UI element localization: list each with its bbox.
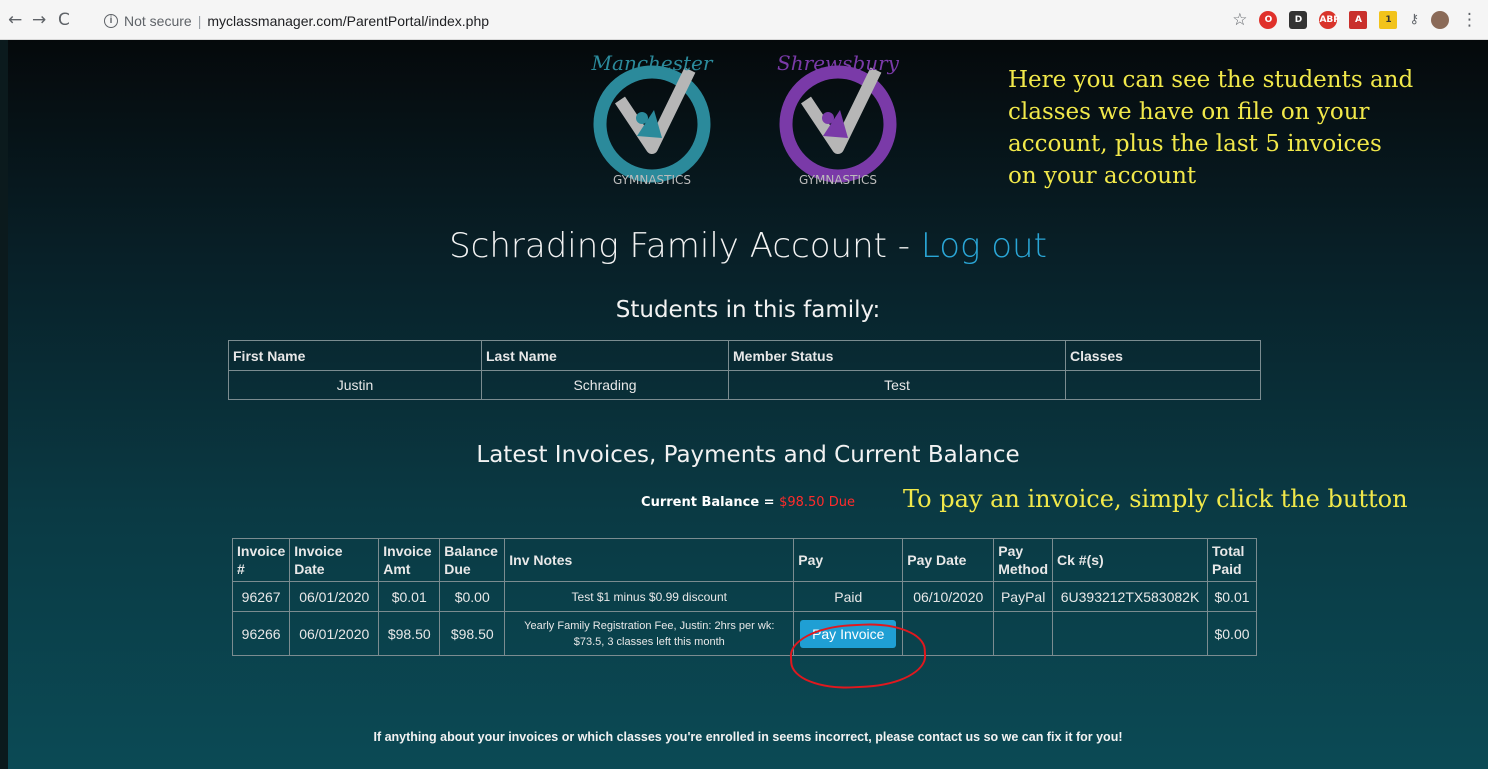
pay-date-cell: 06/10/2020 xyxy=(902,581,995,612)
shrewsbury-script: Shrewsbury xyxy=(777,51,900,75)
column-header: Invoice Date xyxy=(289,538,380,582)
invoices-table: Invoice # Invoice Date Invoice Amt Balan… xyxy=(231,538,1257,656)
pay-invoice-button[interactable]: Pay Invoice xyxy=(800,619,897,648)
invoice-date-cell: 06/01/2020 xyxy=(289,611,380,656)
students-heading: Students in this family: xyxy=(615,297,881,323)
info-icon[interactable]: i xyxy=(104,14,118,29)
table-header-row: Invoice # Invoice Date Invoice Amt Balan… xyxy=(231,538,1257,582)
shrewsbury-logo: Shrewsbury GYMNASTICS xyxy=(777,51,900,187)
table-header-row: First Name Last Name Member Status Class… xyxy=(228,340,1261,371)
pay-annotation: To pay an invoice, simply click the butt… xyxy=(903,485,1408,513)
invoice-number-cell: 96267 xyxy=(231,581,291,612)
d-extension-icon[interactable]: D xyxy=(1289,11,1308,29)
browser-toolbar: ← → C i Not secure | myclassmanager.com/Par… xyxy=(0,0,1488,40)
annotation-line: on your account xyxy=(1008,163,1197,189)
column-header: First Name xyxy=(228,340,482,371)
students-table: First Name Last Name Member Status Class… xyxy=(228,340,1261,400)
table-row: Justin Schrading Test xyxy=(228,370,1261,400)
pay-method-cell xyxy=(993,611,1054,656)
key-icon[interactable]: ⚷ xyxy=(1409,11,1419,29)
classes-cell xyxy=(1065,370,1261,400)
back-icon[interactable]: ← xyxy=(8,11,22,29)
last-name-cell: Schrading xyxy=(481,370,729,400)
column-header: Invoice # xyxy=(231,538,291,582)
adblock-icon[interactable]: ABP xyxy=(1319,11,1340,29)
account-name: Schrading Family Account - xyxy=(449,226,921,266)
balance-due-cell: $98.50 xyxy=(439,611,506,656)
balance-due-cell: $0.00 xyxy=(439,581,506,612)
pay-date-cell xyxy=(902,611,995,656)
page-title: Schrading Family Account - Log out xyxy=(8,226,1488,266)
check-number-cell: 6U393212TX583082K xyxy=(1052,581,1209,612)
column-header: Classes xyxy=(1065,340,1261,371)
annotation-line: account, plus the last 5 invoices xyxy=(1008,131,1382,157)
invoice-number-cell: 96266 xyxy=(231,611,291,656)
opera-extension-icon[interactable]: O xyxy=(1259,11,1278,29)
footer-note: If anything about your invoices or which… xyxy=(373,730,1123,744)
pay-status-cell: Paid xyxy=(793,581,904,612)
column-header: Invoice Amt xyxy=(378,538,441,582)
pdf-extension-icon[interactable]: A xyxy=(1349,11,1368,29)
check-number-cell xyxy=(1052,611,1209,656)
menu-dots-icon[interactable]: ⋮ xyxy=(1461,11,1478,29)
forward-icon[interactable]: → xyxy=(32,11,46,29)
profile-avatar[interactable] xyxy=(1431,11,1449,29)
invoice-amount-cell: $0.01 xyxy=(378,581,441,612)
member-status-cell: Test xyxy=(728,370,1066,400)
shrewsbury-arc-text: GYMNASTICS xyxy=(799,173,877,187)
manchester-arc-text: GYMNASTICS xyxy=(613,173,691,187)
column-header: Balance Due xyxy=(439,538,506,582)
column-header: Ck #(s) xyxy=(1052,538,1209,582)
invoice-amount-cell: $98.50 xyxy=(378,611,441,656)
table-row: 96267 06/01/2020 $0.01 $0.00 Test $1 min… xyxy=(231,581,1257,612)
column-header: Last Name xyxy=(481,340,729,371)
invoice-notes-cell: Yearly Family Registration Fee, Justin: … xyxy=(504,611,795,656)
instructions-annotation: Here you can see the students and classe… xyxy=(1008,64,1478,192)
extension-bar: ☆ O D ABP A 1 ⚷ ⋮ xyxy=(1232,10,1478,30)
pay-cell: Pay Invoice xyxy=(793,611,904,656)
column-header: Inv Notes xyxy=(504,538,795,582)
column-header: Pay Method xyxy=(993,538,1054,582)
column-header: Total Paid xyxy=(1207,538,1257,582)
bookmark-star-icon[interactable]: ☆ xyxy=(1232,11,1247,29)
annotation-line: Here you can see the students and xyxy=(1008,67,1414,93)
column-header: Pay xyxy=(793,538,904,582)
security-label: Not secure xyxy=(124,13,192,29)
pay-method-cell: PayPal xyxy=(993,581,1054,612)
reload-icon[interactable]: C xyxy=(58,11,70,29)
notes-extension-icon[interactable]: 1 xyxy=(1379,11,1398,29)
invoice-notes-cell: Test $1 minus $0.99 discount xyxy=(504,581,795,612)
first-name-cell: Justin xyxy=(228,370,482,400)
invoice-date-cell: 06/01/2020 xyxy=(289,581,380,612)
total-paid-cell: $0.00 xyxy=(1207,611,1257,656)
annotation-line: classes we have on file on your xyxy=(1008,99,1370,125)
total-paid-cell: $0.01 xyxy=(1207,581,1257,612)
url-text: myclassmanager.com/ParentPortal/index.ph… xyxy=(207,13,490,29)
balance-label: Current Balance = xyxy=(641,495,780,510)
balance-value: $98.50 Due xyxy=(779,495,855,510)
manchester-script: Manchester xyxy=(591,51,714,75)
column-header: Pay Date xyxy=(902,538,995,582)
manchester-logo: Manchester GYMNASTICS xyxy=(591,51,714,187)
table-row: 96266 06/01/2020 $98.50 $98.50 Yearly Fa… xyxy=(231,611,1257,656)
page-content: Manchester GYMNASTICS Shrewsbury GYMNAST… xyxy=(8,40,1488,769)
column-header: Member Status xyxy=(728,340,1066,371)
invoices-heading: Latest Invoices, Payments and Current Ba… xyxy=(476,442,1020,468)
logout-link[interactable]: Log out xyxy=(921,226,1047,266)
address-bar[interactable]: i Not secure | myclassmanager.com/ParentPor… xyxy=(104,8,1214,34)
